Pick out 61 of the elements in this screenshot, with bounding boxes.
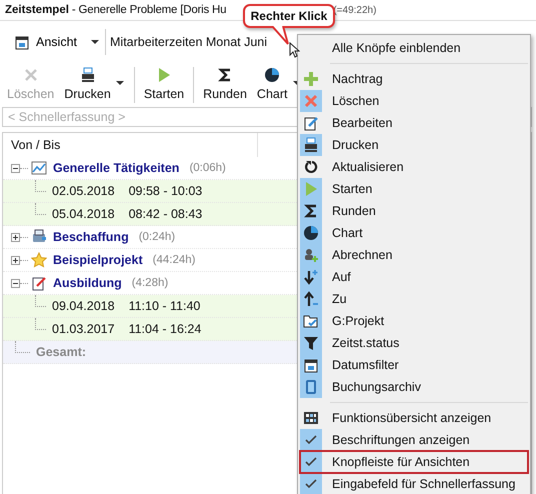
grid-icon	[303, 410, 319, 426]
star-icon	[31, 252, 47, 268]
menu-item[interactable]: G:Projekt	[300, 310, 528, 332]
menu-item[interactable]: Beschriftungen anzeigen	[300, 429, 528, 451]
chart-icon	[31, 160, 47, 176]
close-icon	[22, 67, 39, 83]
project-duration: (44:24h)	[152, 254, 196, 266]
menu-item[interactable]: Alle Knöpfe einblenden	[300, 37, 528, 59]
expander-icon[interactable]	[11, 232, 20, 242]
printer-icon	[80, 67, 96, 83]
menu-item[interactable]: Knopfleiste für Ansichten	[300, 451, 528, 473]
menu-item[interactable]: Funktionsübersicht anzeigen	[300, 407, 528, 429]
menu-item[interactable]: Abrechnen	[300, 244, 528, 266]
notepad-icon	[31, 275, 47, 291]
window-title: Zeitstempel	[5, 4, 69, 16]
entry-date: 05.04.2018	[52, 207, 115, 221]
calendar-icon	[14, 34, 30, 50]
printer-icon	[31, 229, 47, 245]
pie-chart-icon	[264, 67, 280, 83]
view-name: Mitarbeiterzeiten Monat Juni	[110, 35, 268, 49]
entry-date: 02.05.2018	[52, 184, 115, 198]
toolbar-button[interactable]: Chart	[252, 67, 292, 103]
cursor-icon	[289, 42, 300, 58]
entry-time: 08:42 - 08:43	[128, 207, 202, 221]
toolbar-button[interactable]: Starten	[138, 67, 190, 103]
callout-text: Rechter Klick	[250, 9, 328, 23]
project-name[interactable]: Generelle Tätigkeiten	[53, 161, 180, 175]
entry-time: 11:10 - 11:40	[128, 299, 200, 313]
menu-item[interactable]: Nachtrag	[300, 68, 528, 90]
menu-item[interactable]: Auf	[300, 266, 528, 288]
project-duration: (0:06h)	[189, 162, 226, 174]
project-name[interactable]: Ausbildung	[53, 276, 122, 290]
menu-item[interactable]: Zu	[300, 288, 528, 310]
menu-item[interactable]: Chart	[300, 222, 528, 244]
toolbar-button[interactable]: Runden	[198, 67, 252, 103]
expander-icon[interactable]	[11, 278, 20, 288]
entry-date: 01.03.2017	[52, 322, 115, 336]
expander-icon[interactable]	[11, 164, 20, 172]
project-duration: (4:28h)	[132, 277, 168, 289]
entry-date: 09.04.2018	[52, 299, 115, 313]
menu-item[interactable]: Runden	[300, 200, 528, 222]
total-label: Gesamt:	[36, 345, 86, 359]
column-header: Von / Bis	[11, 138, 60, 152]
menu-item[interactable]: Eingabefeld für Schnellerfassung	[300, 473, 528, 494]
caret-icon[interactable]	[91, 40, 99, 44]
menu-item[interactable]: Aktualisieren	[300, 156, 528, 178]
expander-icon[interactable]	[11, 256, 20, 264]
entry-time: 09:58 - 10:03	[128, 184, 202, 198]
project-name[interactable]: Beschaffung	[53, 230, 129, 244]
menu-item[interactable]: Drucken	[300, 134, 528, 156]
project-duration: (0:24h)	[138, 231, 176, 243]
menu-item[interactable]: Starten	[300, 178, 528, 200]
toolbar-button[interactable]: Drucken	[59, 67, 116, 103]
menu-item[interactable]: Buchungsarchiv	[300, 376, 528, 398]
caret-icon[interactable]	[116, 81, 124, 85]
menu-item[interactable]: Datumsfilter	[300, 354, 528, 376]
project-name[interactable]: Beispielprojekt	[53, 253, 143, 267]
view-button[interactable]: Ansicht	[14, 34, 77, 50]
window-subtitle: - Generelle Probleme [Doris Hu	[70, 4, 226, 16]
menu-item[interactable]: Zeitst.status	[300, 332, 528, 354]
entry-time: 11:04 - 16:24	[128, 322, 202, 336]
